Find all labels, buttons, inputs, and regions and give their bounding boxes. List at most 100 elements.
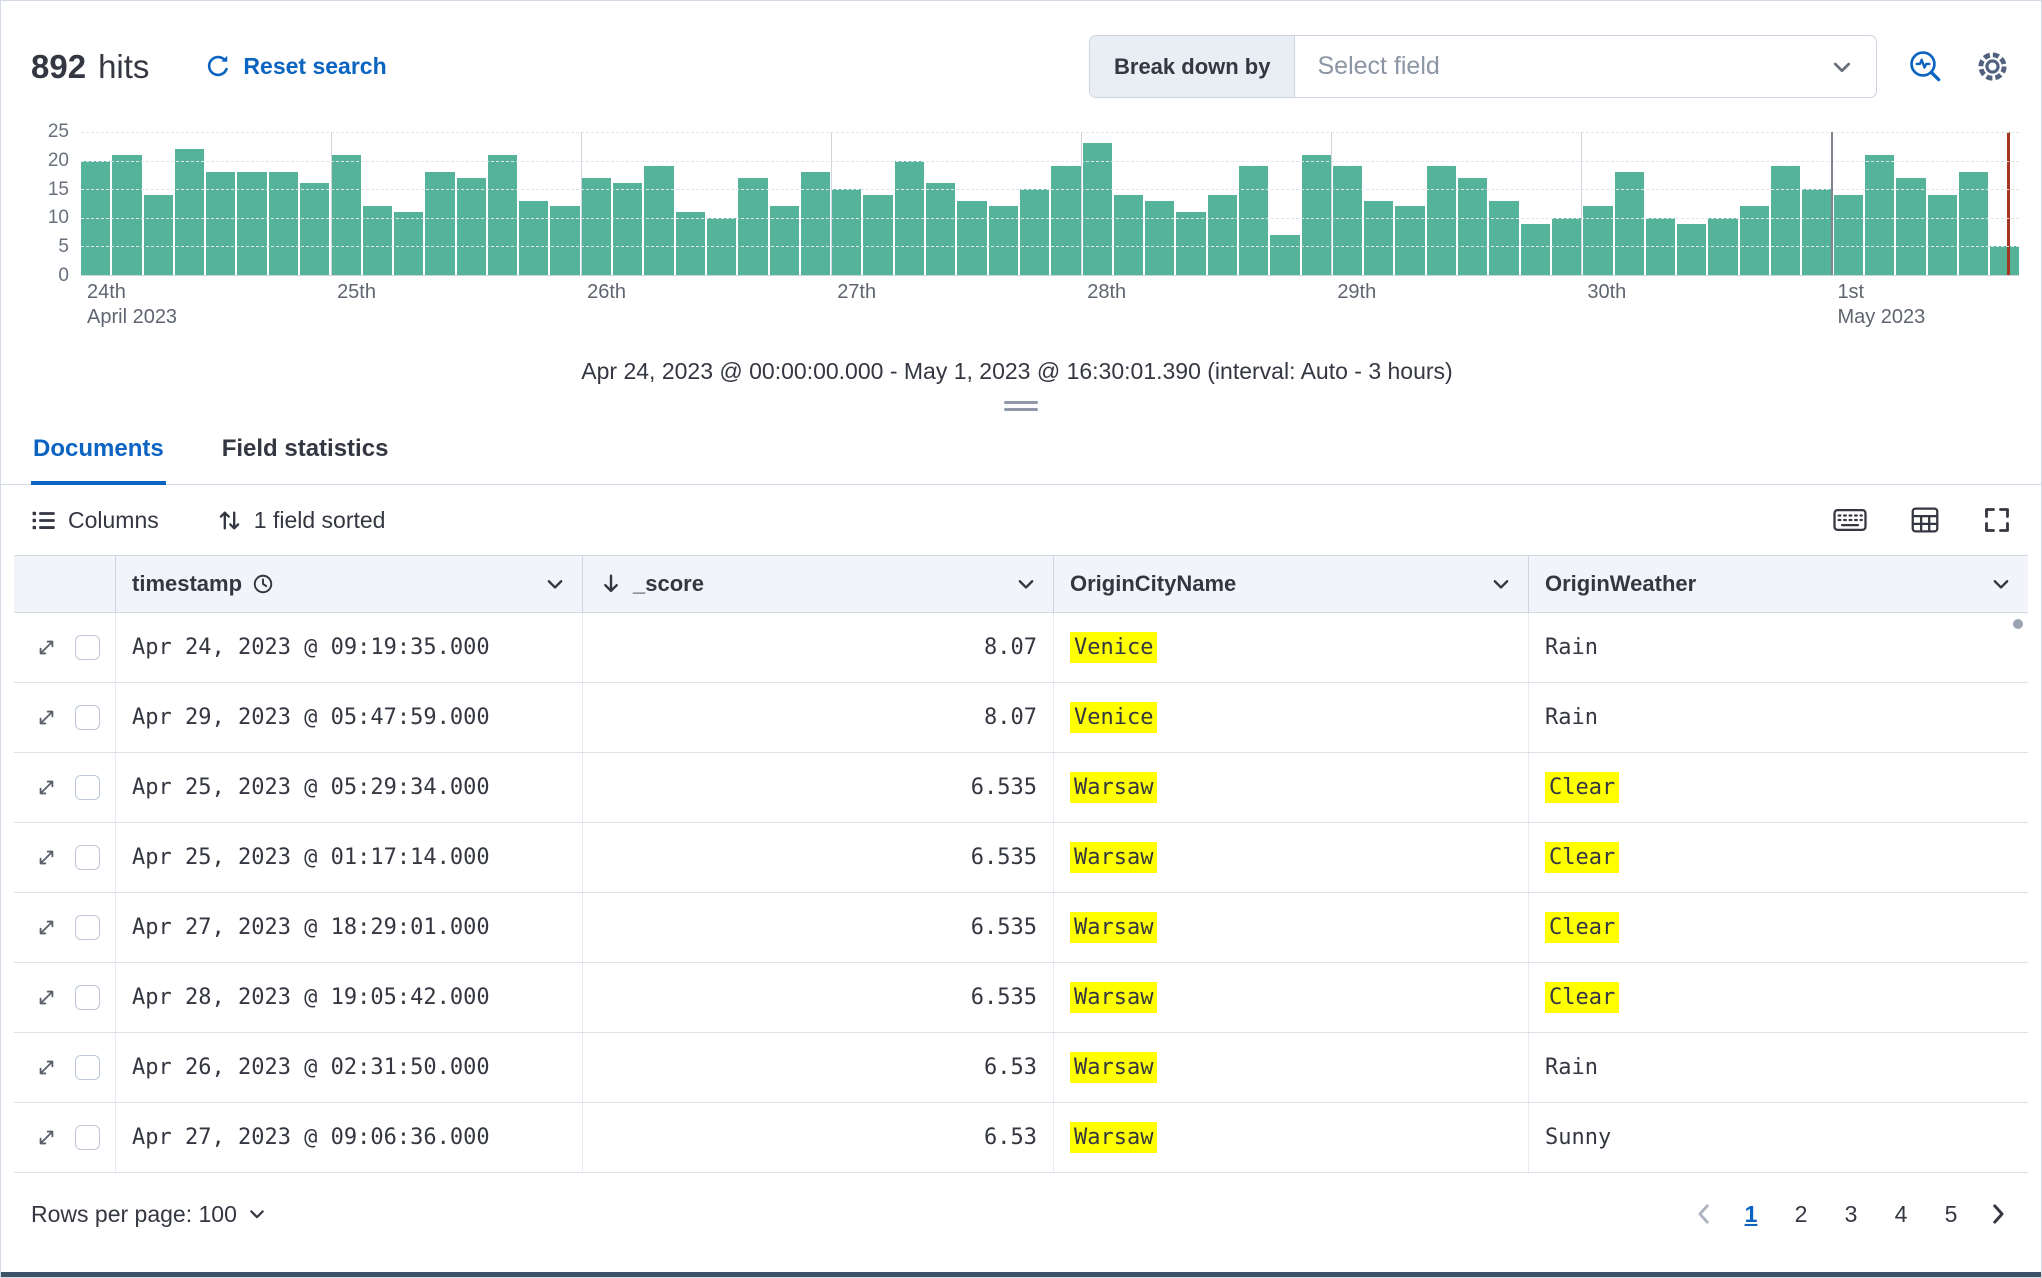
- expand-row-icon[interactable]: [36, 637, 57, 658]
- page-button-5[interactable]: 5: [1931, 1194, 1971, 1234]
- expand-row-icon[interactable]: [36, 707, 57, 728]
- histogram-bar[interactable]: [1082, 143, 1112, 275]
- histogram-bar[interactable]: [174, 149, 205, 275]
- histogram-bar[interactable]: [800, 172, 831, 275]
- histogram-bar[interactable]: [1113, 194, 1144, 275]
- histogram-bar[interactable]: [894, 160, 925, 275]
- histogram-bar[interactable]: [1990, 246, 2020, 275]
- histogram-bar[interactable]: [863, 194, 893, 275]
- columns-button[interactable]: Columns: [31, 507, 159, 534]
- row-checkbox[interactable]: [75, 635, 100, 660]
- histogram-bar[interactable]: [1332, 166, 1363, 275]
- sort-fields-button[interactable]: 1 field sorted: [217, 507, 385, 534]
- histogram-bar[interactable]: [268, 172, 299, 275]
- histogram-bar[interactable]: [613, 183, 643, 275]
- previous-page-button[interactable]: [1691, 1201, 1717, 1227]
- histogram-bar[interactable]: [1520, 223, 1550, 275]
- histogram-bar[interactable]: [769, 206, 799, 275]
- histogram-bar[interactable]: [456, 177, 486, 275]
- expand-row-icon[interactable]: [36, 1057, 57, 1078]
- rows-per-page-button[interactable]: Rows per page: 100: [31, 1201, 267, 1228]
- page-button-4[interactable]: 4: [1881, 1194, 1921, 1234]
- histogram-bar[interactable]: [1739, 206, 1770, 275]
- histogram-bar[interactable]: [237, 172, 267, 275]
- row-checkbox[interactable]: [75, 845, 100, 870]
- column-header-origin-city[interactable]: OriginCityName: [1054, 556, 1529, 612]
- breakdown-field-select[interactable]: Select field: [1295, 36, 1876, 97]
- histogram-bar[interactable]: [1771, 166, 1801, 275]
- histogram-bar[interactable]: [1708, 217, 1738, 275]
- histogram-bar[interactable]: [1583, 206, 1613, 275]
- histogram-bar[interactable]: [1458, 177, 1488, 275]
- histogram-bar[interactable]: [1019, 189, 1050, 275]
- histogram-bar[interactable]: [926, 183, 956, 275]
- column-header-score[interactable]: _score: [583, 556, 1054, 612]
- histogram-bar[interactable]: [1238, 166, 1269, 275]
- histogram-bar[interactable]: [331, 154, 361, 275]
- column-header-timestamp[interactable]: timestamp: [116, 556, 583, 612]
- expand-row-icon[interactable]: [36, 987, 57, 1008]
- reset-search-button[interactable]: Reset search: [205, 53, 387, 80]
- row-checkbox[interactable]: [75, 1125, 100, 1150]
- histogram-bar[interactable]: [487, 154, 518, 275]
- histogram-bar[interactable]: [519, 200, 549, 275]
- row-checkbox[interactable]: [75, 1055, 100, 1080]
- histogram-bar[interactable]: [1051, 166, 1081, 275]
- histogram-bar[interactable]: [1176, 212, 1206, 275]
- page-button-2[interactable]: 2: [1781, 1194, 1821, 1234]
- histogram-bar[interactable]: [1864, 154, 1895, 275]
- histogram-bar[interactable]: [1207, 194, 1237, 275]
- panel-resize-handle[interactable]: [1004, 401, 1038, 411]
- expand-row-icon[interactable]: [36, 847, 57, 868]
- histogram-bar[interactable]: [706, 217, 737, 275]
- tab-documents[interactable]: Documents: [31, 435, 166, 485]
- scrollbar-thumb[interactable]: [2013, 619, 2023, 629]
- histogram-plot[interactable]: [81, 132, 2020, 276]
- settings-button[interactable]: [1974, 48, 2011, 85]
- histogram-bar[interactable]: [143, 194, 173, 275]
- histogram-bar[interactable]: [581, 177, 612, 275]
- histogram-bar[interactable]: [1833, 194, 1863, 275]
- histogram-bar[interactable]: [1301, 154, 1331, 275]
- histogram-bar[interactable]: [1426, 166, 1457, 275]
- histogram-bar[interactable]: [832, 189, 862, 275]
- histogram-bar[interactable]: [393, 212, 424, 275]
- histogram-bar[interactable]: [1645, 217, 1676, 275]
- histogram-bar[interactable]: [300, 183, 330, 275]
- histogram-bar[interactable]: [1364, 200, 1394, 275]
- histogram-bar[interactable]: [206, 172, 236, 275]
- histogram-bar[interactable]: [957, 200, 987, 275]
- page-button-1[interactable]: 1: [1731, 1194, 1771, 1234]
- histogram-bar[interactable]: [1395, 206, 1425, 275]
- histogram-bar[interactable]: [1145, 200, 1175, 275]
- histogram-bar[interactable]: [112, 154, 142, 275]
- histogram-bar[interactable]: [644, 166, 674, 275]
- histogram-bar[interactable]: [1551, 217, 1582, 275]
- histogram-bar[interactable]: [550, 206, 580, 275]
- histogram-bar[interactable]: [1927, 194, 1957, 275]
- expand-row-icon[interactable]: [36, 1127, 57, 1148]
- fullscreen-button[interactable]: [1983, 506, 2011, 534]
- row-checkbox[interactable]: [75, 705, 100, 730]
- display-options-button[interactable]: [1911, 506, 1939, 534]
- histogram-bar[interactable]: [425, 172, 455, 275]
- row-checkbox[interactable]: [75, 775, 100, 800]
- page-button-3[interactable]: 3: [1831, 1194, 1871, 1234]
- expand-row-icon[interactable]: [36, 777, 57, 798]
- histogram-bar[interactable]: [362, 206, 392, 275]
- histogram-bar[interactable]: [1270, 234, 1300, 275]
- histogram-bar[interactable]: [1489, 200, 1519, 275]
- histogram-bar[interactable]: [1958, 172, 1989, 275]
- histogram-bar[interactable]: [1896, 177, 1926, 275]
- tab-field-statistics[interactable]: Field statistics: [220, 435, 391, 485]
- row-checkbox[interactable]: [75, 985, 100, 1010]
- expand-row-icon[interactable]: [36, 917, 57, 938]
- row-checkbox[interactable]: [75, 915, 100, 940]
- column-header-origin-weather[interactable]: OriginWeather: [1529, 556, 2028, 612]
- histogram-bar[interactable]: [738, 177, 768, 275]
- histogram-bar[interactable]: [1677, 223, 1707, 275]
- next-page-button[interactable]: [1985, 1201, 2011, 1227]
- chart-options-button[interactable]: [1907, 48, 1944, 85]
- keyboard-shortcuts-button[interactable]: [1833, 508, 1867, 532]
- histogram-bar[interactable]: [1614, 172, 1644, 275]
